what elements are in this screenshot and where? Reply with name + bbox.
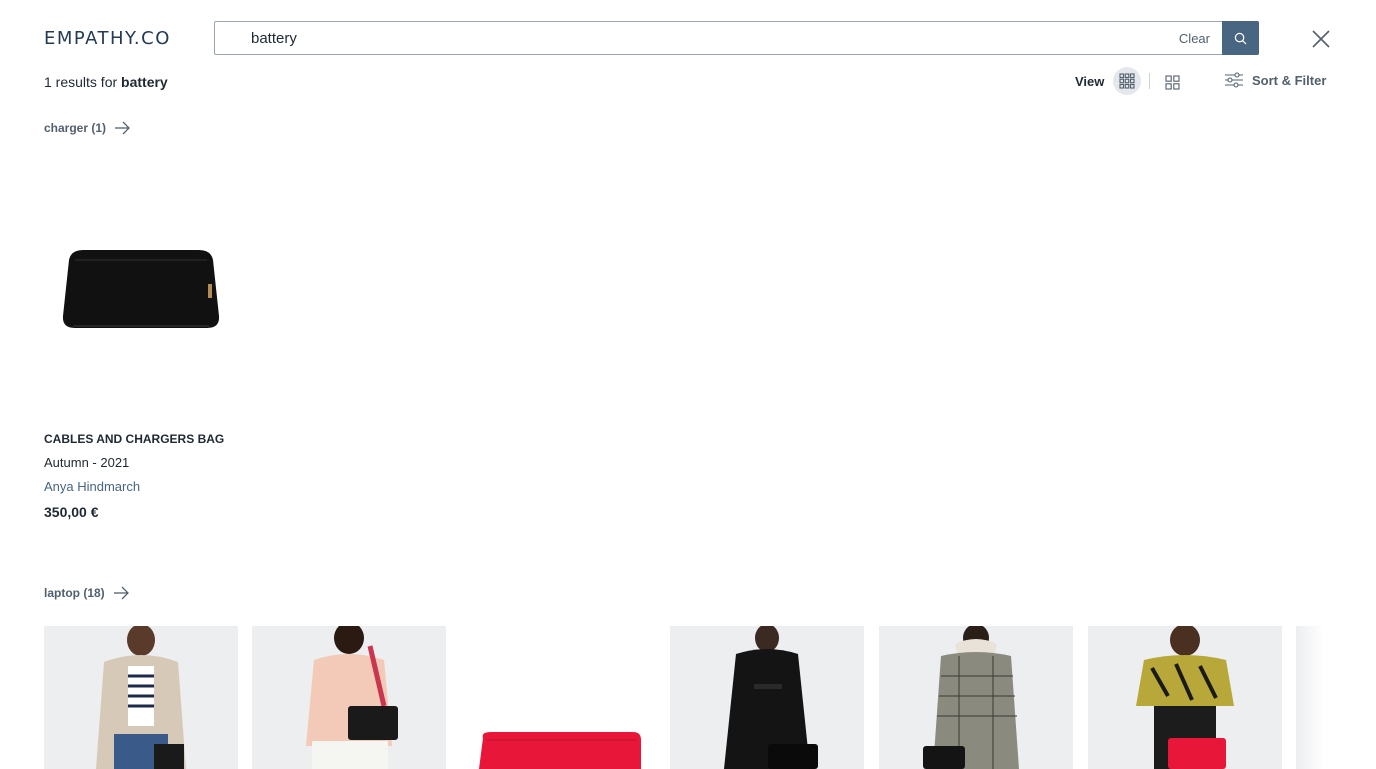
view-grid-6-button[interactable] xyxy=(1113,67,1141,95)
model-image xyxy=(724,626,818,769)
product-card[interactable]: CABLES AND CHARGERS BAG Autumn - 2021 An… xyxy=(44,160,238,520)
product-thumbnail[interactable] xyxy=(1088,626,1282,769)
arrow-right-icon xyxy=(113,586,129,600)
close-icon[interactable] xyxy=(1309,27,1333,51)
search-button[interactable] xyxy=(1222,21,1259,55)
sort-filter-button[interactable]: Sort & Filter xyxy=(1225,72,1326,88)
product-name[interactable]: CABLES AND CHARGERS BAG xyxy=(44,432,238,446)
view-label: View xyxy=(1075,74,1105,89)
arrow-right-icon xyxy=(115,121,130,135)
product-thumbnail[interactable] xyxy=(44,626,238,769)
product-brand: Anya Hindmarch xyxy=(44,479,141,494)
group-label: charger (1) xyxy=(44,121,107,135)
pouch-image xyxy=(62,250,220,328)
product-collection: Autumn - 2021 xyxy=(44,455,130,470)
clear-button[interactable]: Clear xyxy=(1179,31,1210,46)
search-bar: battery Clear xyxy=(214,21,1259,55)
product-thumbnail[interactable] xyxy=(1296,626,1324,769)
view-grid-4-button[interactable] xyxy=(1160,70,1184,94)
search-input[interactable]: battery xyxy=(251,30,297,47)
product-thumbnail[interactable] xyxy=(670,626,864,769)
model-image xyxy=(923,626,1019,769)
sort-filter-label: Sort & Filter xyxy=(1252,72,1327,88)
results-query: battery xyxy=(121,74,168,90)
product-thumbnail[interactable] xyxy=(461,626,655,769)
model-image xyxy=(1136,626,1234,769)
results-summary: 1 results for battery xyxy=(44,74,168,90)
product-price: 350,00 € xyxy=(44,504,99,520)
brand-logo[interactable]: EMPATHY.CO xyxy=(44,28,171,49)
search-icon xyxy=(1234,32,1247,44)
sliders-icon xyxy=(1225,72,1243,88)
group-label: laptop (18) xyxy=(44,586,105,600)
group-link-charger[interactable]: charger (1) xyxy=(44,121,130,135)
grid-6-icon xyxy=(1119,73,1135,89)
product-image[interactable] xyxy=(44,160,238,418)
grid-4-icon xyxy=(1164,74,1180,90)
results-count-text: 1 results for xyxy=(44,74,118,90)
model-image xyxy=(306,626,398,769)
product-thumbnail[interactable] xyxy=(252,626,446,769)
model-image xyxy=(96,626,186,769)
group-link-laptop[interactable]: laptop (18) xyxy=(44,586,129,600)
product-thumbnail[interactable] xyxy=(879,626,1073,769)
view-divider xyxy=(1149,73,1150,89)
laptop-bag-image xyxy=(479,732,641,769)
